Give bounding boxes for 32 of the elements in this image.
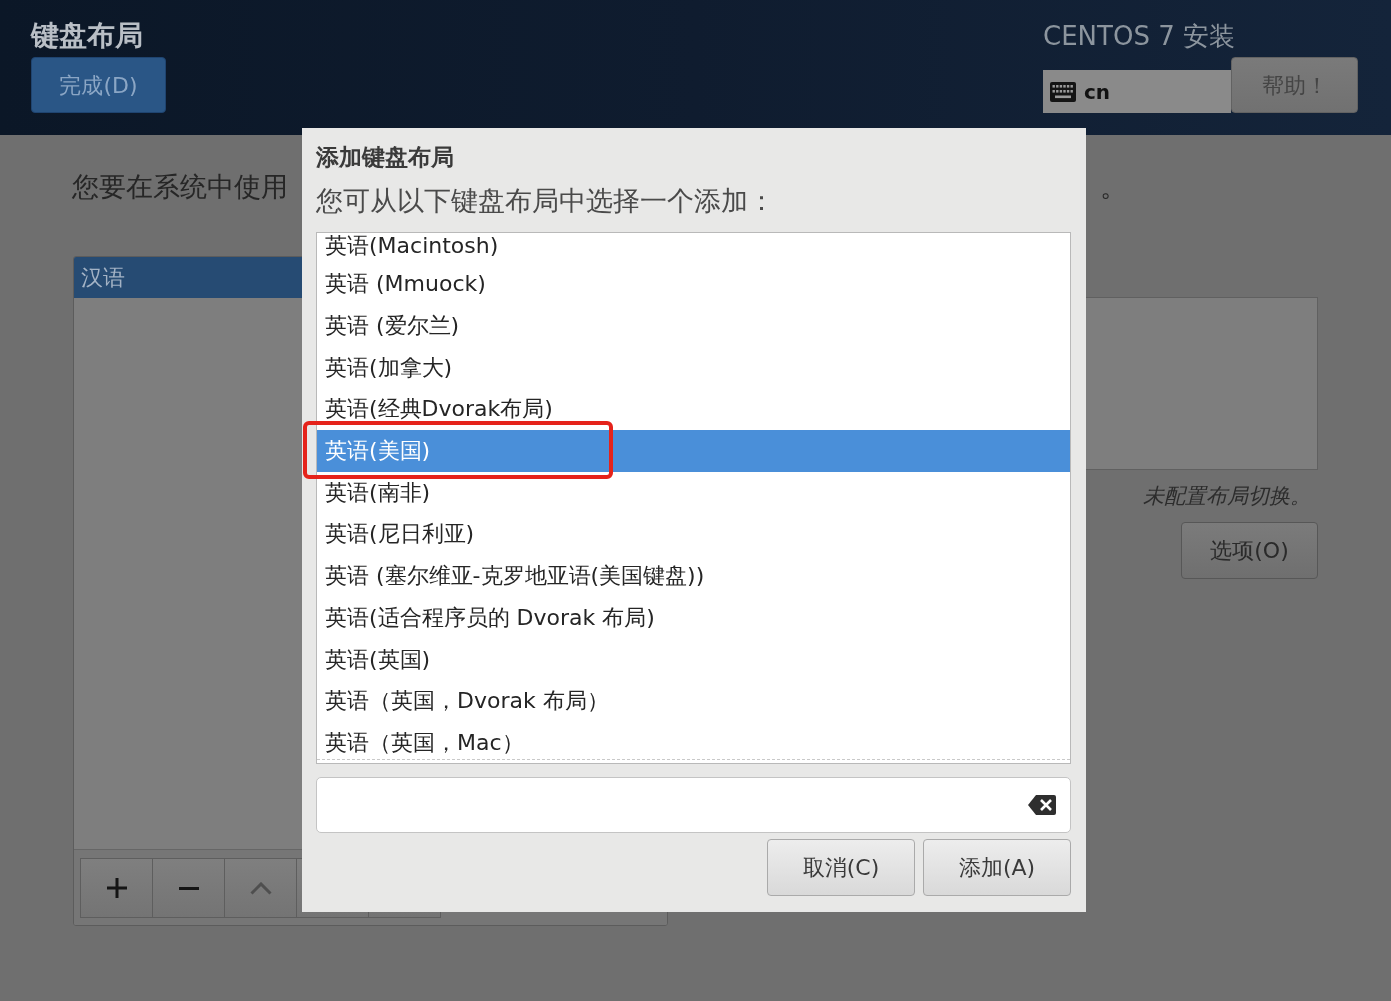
move-up-button[interactable] [224, 858, 297, 918]
switch-status-text: 未配置布局切换。 [1143, 483, 1311, 509]
layout-option[interactable]: 英语(南非) [317, 471, 1070, 514]
minus-icon [178, 886, 199, 890]
layout-option[interactable]: 英语 (塞尔维亚-克罗地亚语(美国键盘)) [317, 555, 1070, 597]
layout-option[interactable]: 英语（英国，Dvorak 布局） [317, 680, 1070, 723]
dialog-title: 添加键盘布局 [316, 143, 454, 172]
keyboard-indicator[interactable]: cn [1043, 70, 1231, 113]
search-field[interactable] [316, 777, 1071, 833]
layout-option[interactable]: 英语（英国，Mac） [317, 722, 1070, 764]
layout-option[interactable]: 英语(尼日利亚) [317, 513, 1070, 556]
dialog-button[interactable]: 添加(A) [923, 839, 1071, 896]
layout-option[interactable]: 英语 (Mmuock) [317, 263, 1070, 306]
layout-option[interactable]: 英语 (爱尔兰) [317, 305, 1070, 347]
add-layout-button[interactable] [80, 858, 153, 918]
product-title: CENTOS 7 安装 [1043, 20, 1235, 53]
chevron-up-icon [249, 881, 272, 895]
prompt-text-end: 。 [1100, 170, 1127, 204]
dialog-button[interactable]: 取消(C) [767, 839, 915, 896]
layout-option[interactable]: 英语(经典Dvorak布局) [317, 388, 1070, 431]
plus-icon [106, 878, 127, 898]
dialog-instruction: 您可从以下键盘布局中选择一个添加： [316, 184, 775, 218]
clear-icon[interactable] [1028, 795, 1056, 815]
layout-option[interactable]: 英语(Macintosh) [317, 233, 1070, 264]
keyboard-layout-code: cn [1084, 78, 1111, 106]
remove-layout-button[interactable] [152, 858, 225, 918]
layout-option[interactable]: 英语(适合程序员的 Dvorak 布局) [317, 597, 1070, 639]
keyboard-icon [1050, 81, 1076, 102]
layout-option[interactable]: 英语(加拿大) [317, 346, 1070, 389]
layout-option[interactable]: 英语(英国) [317, 638, 1070, 681]
page-title: 键盘布局 [31, 18, 143, 54]
prompt-text: 您要在系统中使用 [72, 170, 288, 204]
